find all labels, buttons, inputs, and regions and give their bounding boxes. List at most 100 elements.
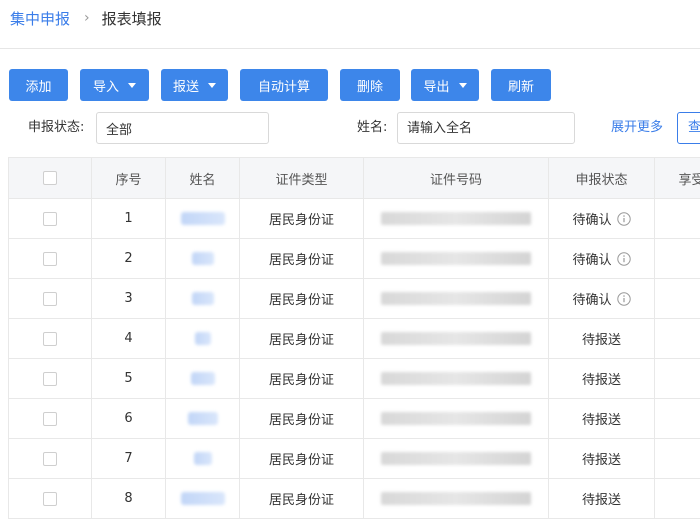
auto-calc-button[interactable]: 自动计算 — [240, 69, 328, 101]
info-circle-icon[interactable] — [616, 211, 631, 226]
row-enjoy-cell — [654, 438, 700, 479]
row-enjoy-cell — [654, 358, 700, 399]
row-id-number-cell — [363, 438, 549, 479]
redacted-name — [187, 412, 218, 425]
row-id-number-cell — [363, 198, 549, 239]
info-circle-icon[interactable] — [616, 291, 631, 306]
caret-down-icon — [128, 82, 136, 88]
row-name-cell — [165, 478, 240, 519]
redacted-name — [194, 332, 211, 345]
row-select-cell — [8, 398, 92, 439]
status-wrapper: 待报送 — [582, 329, 621, 348]
info-circle-icon[interactable] — [616, 251, 631, 266]
row-enjoy-cell — [654, 398, 700, 439]
row-status-cell: 待报送 — [548, 318, 655, 359]
row-select-cell — [8, 318, 92, 359]
select-all-checkbox[interactable] — [43, 171, 57, 185]
header-divider — [0, 48, 700, 49]
delete-button-label: 删除 — [356, 79, 383, 95]
row-id-number-cell — [363, 238, 549, 279]
row-id-type: 居民身份证 — [239, 478, 364, 519]
status-wrapper: 待确认 — [572, 289, 631, 308]
query-button[interactable]: 查询 — [677, 112, 700, 144]
row-index: 5 — [91, 358, 166, 399]
breadcrumb-parent-link[interactable]: 集中申报 — [10, 8, 70, 29]
row-checkbox[interactable] — [43, 211, 57, 226]
add-button[interactable]: 添加 — [9, 69, 68, 101]
toolbar: 添加 导入 报送 自动计算 删除 导出 刷新 — [0, 69, 700, 101]
row-index: 1 — [91, 198, 166, 239]
row-status-cell: 待报送 — [548, 478, 655, 519]
row-checkbox[interactable] — [43, 331, 57, 346]
row-checkbox[interactable] — [43, 451, 57, 466]
row-id-type: 居民身份证 — [239, 438, 364, 479]
row-name-cell — [165, 398, 240, 439]
table-header-row: 序号 姓名 证件类型 证件号码 申报状态 享受 — [8, 157, 700, 199]
import-button-label: 导入 — [92, 79, 119, 95]
add-button-label: 添加 — [25, 79, 52, 95]
table-body: 1 居民身份证 待确认 2 居民身份证 待确认 3 居民身份证 待确认 4 居民身份证 待报送 5 居民身… — [8, 198, 700, 519]
row-index: 8 — [91, 478, 166, 519]
submit-button[interactable]: 报送 — [161, 69, 228, 101]
status-wrapper: 待确认 — [572, 249, 631, 268]
row-select-cell — [8, 198, 92, 239]
redacted-id-number — [381, 332, 531, 345]
row-checkbox[interactable] — [43, 491, 57, 506]
export-button-label: 导出 — [423, 79, 450, 95]
row-status: 待报送 — [581, 413, 621, 428]
row-checkbox[interactable] — [43, 251, 57, 266]
breadcrumb-current: 报表填报 — [101, 9, 162, 28]
filter-row: 申报状态: 姓名: 展开更多 查询 — [0, 112, 700, 144]
row-name-cell — [165, 318, 240, 359]
refresh-button[interactable]: 刷新 — [491, 69, 551, 101]
redacted-name — [190, 372, 215, 385]
table-row[interactable]: 2 居民身份证 待确认 — [8, 238, 700, 279]
row-name-cell — [165, 438, 240, 479]
row-status-cell: 待报送 — [548, 358, 655, 399]
redacted-name — [191, 292, 214, 305]
redacted-name — [193, 452, 212, 465]
row-status-cell: 待报送 — [548, 438, 655, 479]
row-select-cell — [8, 478, 92, 519]
table-row[interactable]: 7 居民身份证 待报送 — [8, 438, 700, 479]
table-row[interactable]: 8 居民身份证 待报送 — [8, 478, 700, 519]
row-enjoy-cell — [654, 238, 700, 279]
status-wrapper: 待报送 — [582, 489, 621, 508]
table-row[interactable]: 1 居民身份证 待确认 — [8, 198, 700, 239]
status-filter-label: 申报状态: — [28, 120, 85, 135]
row-select-cell — [8, 238, 92, 279]
table-row[interactable]: 4 居民身份证 待报送 — [8, 318, 700, 359]
row-id-type: 居民身份证 — [239, 358, 364, 399]
status-filter-input[interactable] — [96, 112, 269, 144]
row-status-cell: 待确认 — [548, 278, 655, 319]
import-button[interactable]: 导入 — [80, 69, 149, 101]
row-index: 6 — [91, 398, 166, 439]
status-wrapper: 待报送 — [582, 449, 621, 468]
row-id-type: 居民身份证 — [239, 278, 364, 319]
row-name-cell — [165, 278, 240, 319]
row-checkbox[interactable] — [43, 371, 57, 386]
row-index: 4 — [91, 318, 166, 359]
table-row[interactable]: 3 居民身份证 待确认 — [8, 278, 700, 319]
row-index: 2 — [91, 238, 166, 279]
row-checkbox[interactable] — [43, 291, 57, 306]
row-id-number-cell — [363, 478, 549, 519]
table-row[interactable]: 6 居民身份证 待报送 — [8, 398, 700, 439]
row-id-type: 居民身份证 — [239, 398, 364, 439]
row-status-cell: 待报送 — [548, 398, 655, 439]
row-checkbox[interactable] — [43, 411, 57, 426]
name-filter-label: 姓名: — [357, 120, 388, 135]
delete-button[interactable]: 删除 — [340, 69, 400, 101]
export-button[interactable]: 导出 — [411, 69, 479, 101]
name-filter-input[interactable] — [397, 112, 575, 144]
row-id-number-cell — [363, 278, 549, 319]
submit-button-label: 报送 — [172, 79, 199, 95]
expand-more-link[interactable]: 展开更多 — [611, 112, 663, 144]
table-row[interactable]: 5 居民身份证 待报送 — [8, 358, 700, 399]
row-status: 待报送 — [581, 333, 621, 348]
row-select-cell — [8, 278, 92, 319]
row-index: 7 — [91, 438, 166, 479]
row-status: 待确认 — [572, 253, 612, 268]
row-id-number-cell — [363, 398, 549, 439]
redacted-name — [180, 212, 225, 225]
